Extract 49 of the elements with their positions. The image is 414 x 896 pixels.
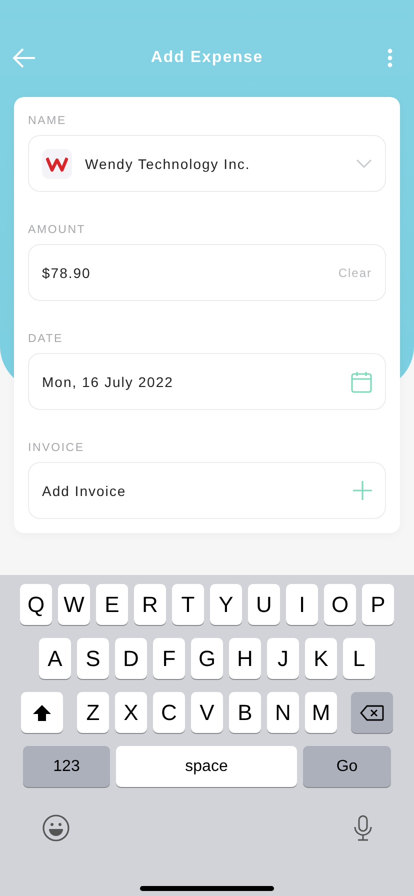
screen-title: Add Expense bbox=[150, 49, 264, 67]
letter-key[interactable]: V bbox=[191, 692, 223, 733]
name-value: Wendy Technology Inc. bbox=[85, 156, 252, 172]
date-value: Mon, 16 July 2022 bbox=[42, 374, 174, 390]
letter-key[interactable]: G bbox=[191, 638, 223, 679]
date-field[interactable]: Mon, 16 July 2022 bbox=[28, 353, 386, 410]
letter-key[interactable]: H bbox=[229, 638, 261, 679]
space-key[interactable]: space bbox=[116, 746, 297, 787]
letter-key[interactable]: Z bbox=[77, 692, 109, 733]
letter-key[interactable]: B bbox=[229, 692, 261, 733]
name-select[interactable]: Wendy Technology Inc. bbox=[28, 135, 386, 192]
letter-key[interactable]: E bbox=[96, 584, 128, 625]
amount-field[interactable]: $78.90 Clear bbox=[28, 244, 386, 301]
numbers-key[interactable]: 123 bbox=[23, 746, 110, 787]
letter-key[interactable]: R bbox=[134, 584, 166, 625]
letter-key[interactable]: J bbox=[267, 638, 299, 679]
emoji-icon[interactable] bbox=[42, 814, 70, 842]
letter-key[interactable]: Y bbox=[210, 584, 242, 625]
chevron-down-icon bbox=[356, 159, 372, 168]
backspace-key[interactable] bbox=[351, 692, 393, 733]
letter-key[interactable]: Q bbox=[20, 584, 52, 625]
shift-key[interactable] bbox=[21, 692, 63, 733]
field-label: DATE bbox=[28, 333, 64, 345]
letter-key[interactable]: W bbox=[58, 584, 90, 625]
backspace-icon bbox=[360, 704, 384, 720]
go-key[interactable]: Go bbox=[303, 746, 391, 787]
letter-key[interactable]: A bbox=[39, 638, 71, 679]
letter-key[interactable]: P bbox=[362, 584, 394, 625]
letter-key[interactable]: O bbox=[324, 584, 356, 625]
field-label: NAME bbox=[28, 115, 68, 127]
add-invoice-button[interactable]: Add Invoice bbox=[28, 462, 386, 519]
letter-key[interactable]: U bbox=[248, 584, 280, 625]
letter-key[interactable]: L bbox=[343, 638, 375, 679]
shift-icon bbox=[33, 704, 51, 720]
letter-key[interactable]: N bbox=[267, 692, 299, 733]
letter-key[interactable]: K bbox=[305, 638, 337, 679]
letter-key[interactable]: D bbox=[115, 638, 147, 679]
field-label: AMOUNT bbox=[28, 224, 87, 236]
company-logo-icon bbox=[42, 148, 72, 178]
letter-key[interactable]: F bbox=[153, 638, 185, 679]
letter-key[interactable]: M bbox=[305, 692, 337, 733]
letter-key[interactable]: T bbox=[172, 584, 204, 625]
letter-key[interactable]: S bbox=[77, 638, 109, 679]
microphone-icon[interactable] bbox=[354, 815, 372, 841]
add-invoice-label: Add Invoice bbox=[42, 482, 128, 498]
letter-key[interactable]: C bbox=[153, 692, 185, 733]
letter-key[interactable]: I bbox=[286, 584, 318, 625]
letter-key[interactable]: X bbox=[115, 692, 147, 733]
field-label: INVOICE bbox=[28, 442, 86, 454]
